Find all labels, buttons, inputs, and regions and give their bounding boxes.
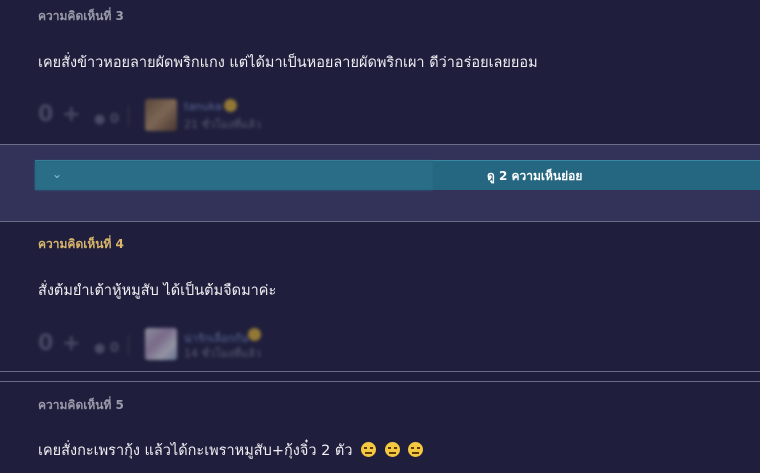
view-sub-comments-label: ดู 2 ความเห็นย่อย <box>487 169 583 183</box>
comment-3: ความคิดเห็นที่ 3 เคยสั่งข้าวหอยลายผัดพริ… <box>0 0 760 145</box>
reply-bar-blur <box>35 161 433 190</box>
plus-vote-icon[interactable]: + <box>62 332 80 356</box>
emotion-count: 0 <box>110 112 120 127</box>
comment-4: ความคิดเห็นที่ 4 สั่งต้มยำเต้าหู้หมูสับ … <box>0 222 760 372</box>
vote-count: 0 <box>38 331 54 356</box>
emotion-count: 0 <box>110 341 120 356</box>
divider <box>0 371 760 372</box>
comment-text: สั่งต้มยำเต้าหู้หมูสับ ได้เป็นต้มจืดมาค่… <box>38 283 277 299</box>
comment-text-row: เคยสั่งกะเพรากุ้ง แล้วได้กะเพราหมูสับ+กุ… <box>38 439 424 462</box>
unamused-face-icon <box>361 442 377 457</box>
comment-5: ความคิดเห็นที่ 5 เคยสั่งกะเพรากุ้ง แล้วไ… <box>0 382 760 473</box>
unamused-face-icon <box>384 442 400 457</box>
chevron-down-icon: ⌄ <box>52 167 63 181</box>
comment-actions: 0 + ● 0 น่ารักเลื่อกกัน 14 ชั่วโมงที่แล้… <box>38 328 338 362</box>
comment-actions: 0 + ● 0 tanuka 21 ชั่วโมงที่แล้ว <box>38 99 338 133</box>
comment-text: เคยสั่งข้าวหอยลายผัดพริกแกง แต่ได้มาเป็น… <box>38 55 538 71</box>
divider <box>128 335 129 355</box>
post-time: 21 ชั่วโมงที่แล้ว <box>184 118 261 131</box>
avatar[interactable] <box>145 99 177 131</box>
username-link[interactable]: tanuka <box>184 100 222 113</box>
comment-text: เคยสั่งกะเพรากุ้ง แล้วได้กะเพราหมูสับ+กุ… <box>38 443 353 459</box>
comment-number-label: ความคิดเห็นที่ 4 <box>38 237 124 251</box>
comment-number-label: ความคิดเห็นที่ 3 <box>38 9 124 23</box>
avatar[interactable] <box>145 328 177 360</box>
user-badge-icon <box>248 328 261 341</box>
plus-vote-icon[interactable]: + <box>62 103 80 127</box>
user-badge-icon <box>224 99 237 112</box>
emotion-icon[interactable]: ● <box>94 108 105 132</box>
unamused-face-icon <box>408 442 424 457</box>
post-time: 14 ชั่วโมงที่แล้ว <box>184 347 261 360</box>
vote-count: 0 <box>38 102 54 127</box>
divider <box>128 106 129 126</box>
comment-number-label: ความคิดเห็นที่ 5 <box>38 398 124 412</box>
emotion-icon[interactable]: ● <box>94 337 105 361</box>
view-sub-comments-button[interactable]: ⌄ ดู 2 ความเห็นย่อย <box>35 160 760 190</box>
